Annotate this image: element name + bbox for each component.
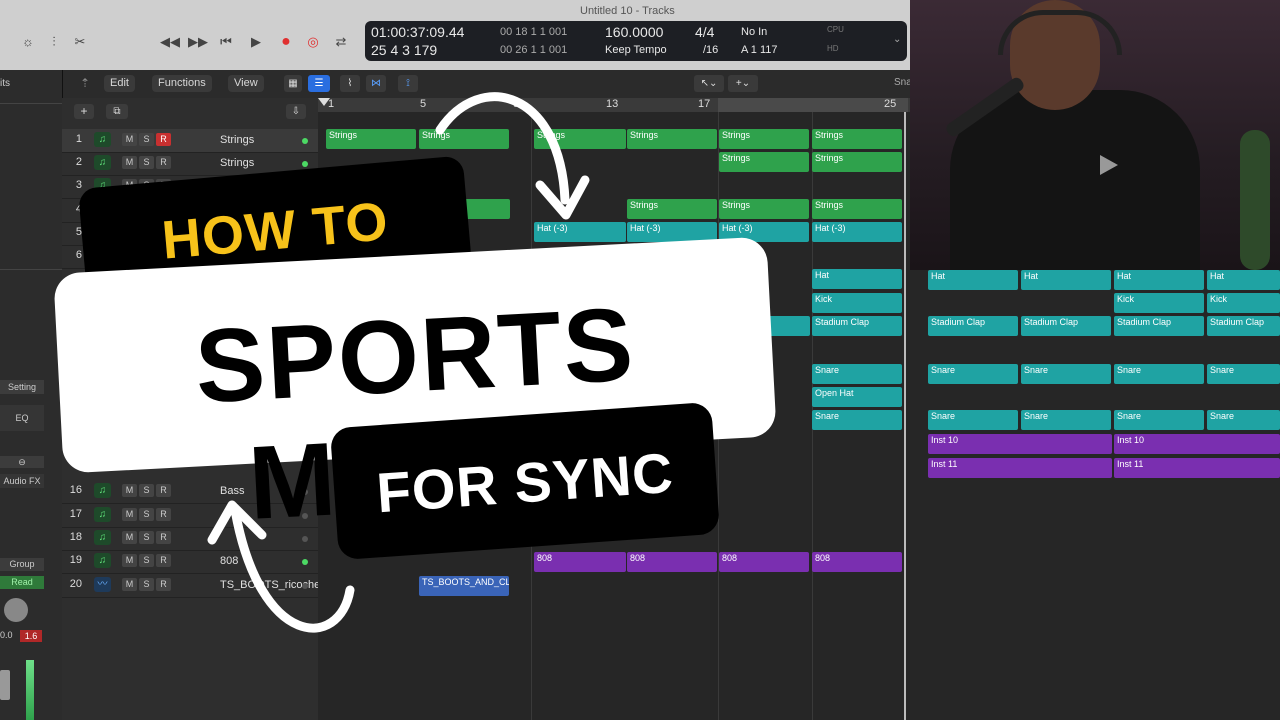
- badge-for-sync: FOR SYNC: [329, 401, 721, 561]
- headline-line3: FOR SYNC: [374, 440, 676, 525]
